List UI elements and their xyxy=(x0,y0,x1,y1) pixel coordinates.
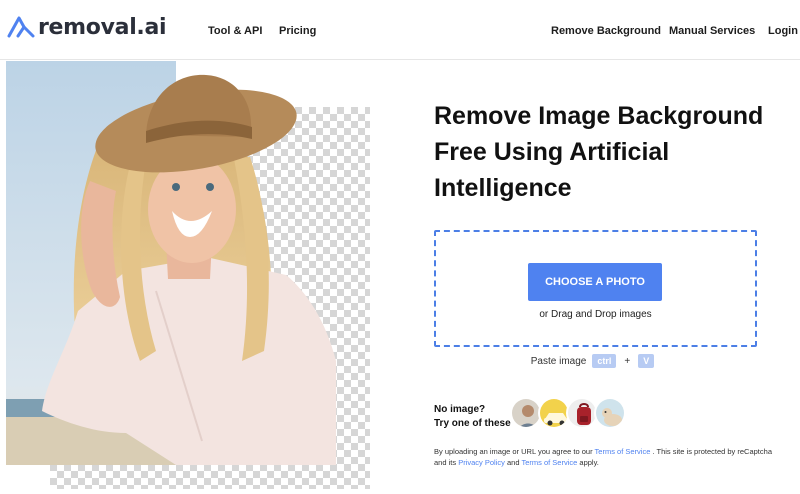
v-key-badge: V xyxy=(638,354,655,368)
sample-prompt: No image? Try one of these xyxy=(434,403,511,431)
terms-suffix: apply. xyxy=(579,458,599,467)
ctrl-key-badge: ctrl xyxy=(592,354,617,368)
paste-hint: Paste image ctrl + V xyxy=(434,354,757,368)
terms-prefix: By uploading an image or URL you agree t… xyxy=(434,447,593,456)
terms-of-service-link[interactable]: Terms of Service xyxy=(595,447,651,456)
logo-link[interactable]: removal.ai xyxy=(6,14,167,40)
top-header: removal.ai Tool & API Pricing Remove Bac… xyxy=(0,0,800,60)
choose-photo-button[interactable]: CHOOSE A PHOTO xyxy=(528,263,662,301)
sample-images xyxy=(510,397,626,429)
sample-dog-photo[interactable] xyxy=(594,397,626,429)
removal-logo-icon xyxy=(7,16,35,38)
hero-image xyxy=(6,61,370,489)
terms-of-service-link-2[interactable]: Terms of Service xyxy=(521,458,577,467)
nav-pricing[interactable]: Pricing xyxy=(279,25,316,37)
nav-remove-background[interactable]: Remove Background xyxy=(551,25,661,37)
nav-login[interactable]: Login xyxy=(768,25,798,37)
logo-text: removal.ai xyxy=(38,14,167,40)
terms-and: and xyxy=(506,458,520,467)
plus-sign: + xyxy=(624,355,631,367)
nav-manual-services[interactable]: Manual Services xyxy=(669,25,755,37)
drag-drop-hint: or Drag and Drop images xyxy=(539,309,652,320)
terms-notice: By uploading an image or URL you agree t… xyxy=(434,446,774,468)
paste-label: Paste image xyxy=(530,355,587,367)
page-title: Remove Image Background Free Using Artif… xyxy=(434,102,764,202)
try-one-text: Try one of these xyxy=(434,418,511,429)
no-image-text: No image? xyxy=(434,404,486,415)
woman-with-hat-photo xyxy=(6,61,336,465)
nav-tool-api[interactable]: Tool & API xyxy=(208,25,262,37)
privacy-policy-link[interactable]: Privacy Policy xyxy=(458,458,505,467)
dog-photo-icon xyxy=(596,399,624,427)
